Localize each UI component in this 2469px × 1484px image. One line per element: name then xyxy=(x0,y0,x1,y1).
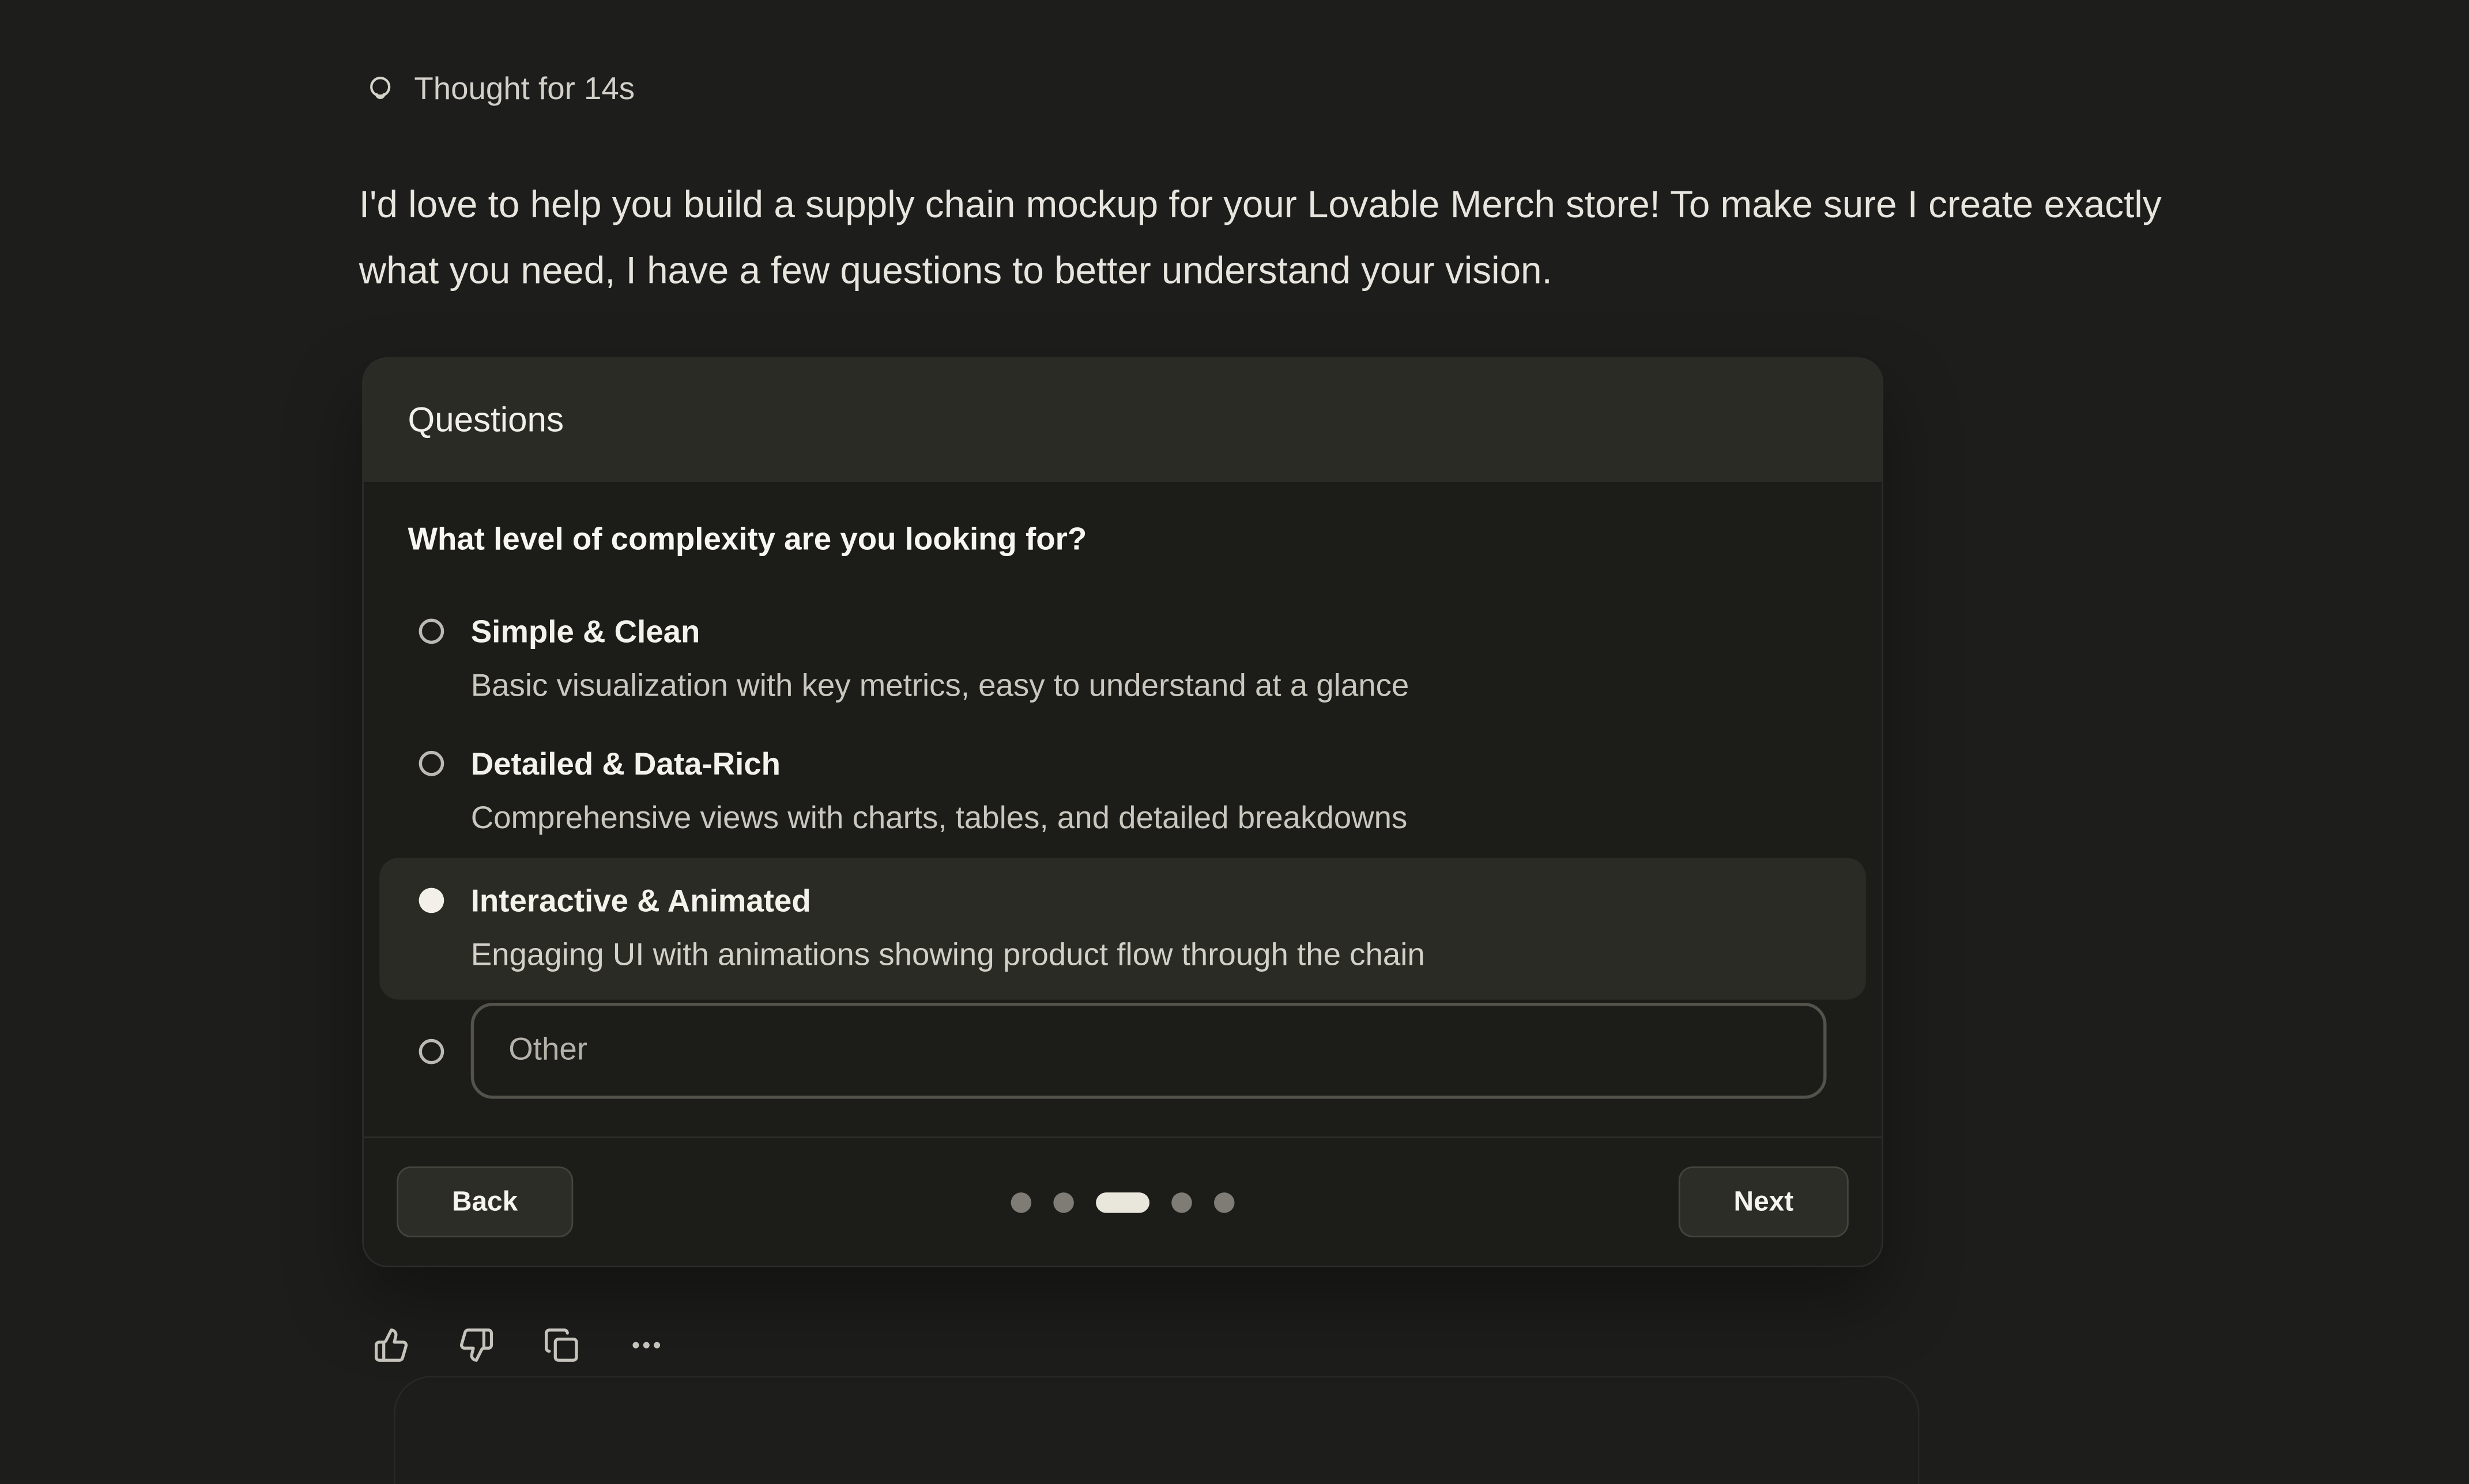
option-description: Basic visualization with key metrics, ea… xyxy=(471,667,1409,705)
thumbs-down-icon xyxy=(458,1326,496,1362)
option-simple-clean[interactable]: Simple & Clean Basic visualization with … xyxy=(379,594,1866,726)
questions-card: Questions What level of complexity are y… xyxy=(362,357,1883,1267)
copy-button[interactable] xyxy=(543,1326,581,1364)
next-button[interactable]: Next xyxy=(1679,1166,1849,1237)
thought-summary-toggle[interactable]: Thought for 14s xyxy=(367,73,635,109)
thumbs-down-button[interactable] xyxy=(458,1326,496,1364)
thumbs-up-button[interactable] xyxy=(373,1326,411,1364)
card-body: What level of complexity are you looking… xyxy=(364,484,1882,1099)
option-other[interactable] xyxy=(379,1000,1866,1099)
options-list: Simple & Clean Basic visualization with … xyxy=(379,594,1866,1099)
radio-selected-icon[interactable] xyxy=(419,888,444,913)
option-text: Simple & Clean Basic visualization with … xyxy=(471,614,1409,705)
card-title: Questions xyxy=(364,359,1882,484)
composer-top-edge xyxy=(394,1376,1920,1484)
option-label: Simple & Clean xyxy=(471,614,1409,652)
progress-dot xyxy=(1171,1192,1192,1213)
radio-unselected-icon[interactable] xyxy=(419,751,444,776)
ellipsis-icon xyxy=(628,1326,666,1362)
progress-dot xyxy=(1053,1192,1074,1213)
radio-unselected-icon[interactable] xyxy=(419,1038,444,1063)
option-text: Detailed & Data-Rich Comprehensive views… xyxy=(471,746,1408,837)
other-input[interactable] xyxy=(471,1003,1827,1099)
lightbulb-icon xyxy=(367,73,393,108)
progress-dot-active xyxy=(1096,1192,1149,1213)
assistant-message: I'd love to help you build a supply chai… xyxy=(359,173,2249,305)
radio-unselected-icon[interactable] xyxy=(419,618,444,644)
option-description: Engaging UI with animations showing prod… xyxy=(471,937,1425,975)
progress-dot xyxy=(1214,1192,1235,1213)
question-text: What level of complexity are you looking… xyxy=(408,523,1837,559)
progress-dot xyxy=(1011,1192,1032,1213)
option-description: Comprehensive views with charts, tables,… xyxy=(471,800,1408,838)
option-interactive-animated[interactable]: Interactive & Animated Engaging UI with … xyxy=(379,858,1866,1000)
progress-dots xyxy=(1011,1192,1235,1213)
thought-label: Thought for 14s xyxy=(414,73,635,109)
option-label: Detailed & Data-Rich xyxy=(471,746,1408,784)
option-text: Interactive & Animated Engaging UI with … xyxy=(471,883,1425,974)
card-footer: Back Next xyxy=(364,1136,1882,1266)
option-detailed-data-rich[interactable]: Detailed & Data-Rich Comprehensive views… xyxy=(379,726,1866,858)
thumbs-up-icon xyxy=(373,1326,411,1362)
copy-icon xyxy=(543,1326,581,1362)
more-options-button[interactable] xyxy=(628,1326,666,1364)
message-actions xyxy=(373,1326,666,1364)
option-label: Interactive & Animated xyxy=(471,883,1425,921)
chat-screen: Thought for 14s I'd love to help you bui… xyxy=(0,0,2469,1484)
back-button[interactable]: Back xyxy=(397,1166,573,1237)
